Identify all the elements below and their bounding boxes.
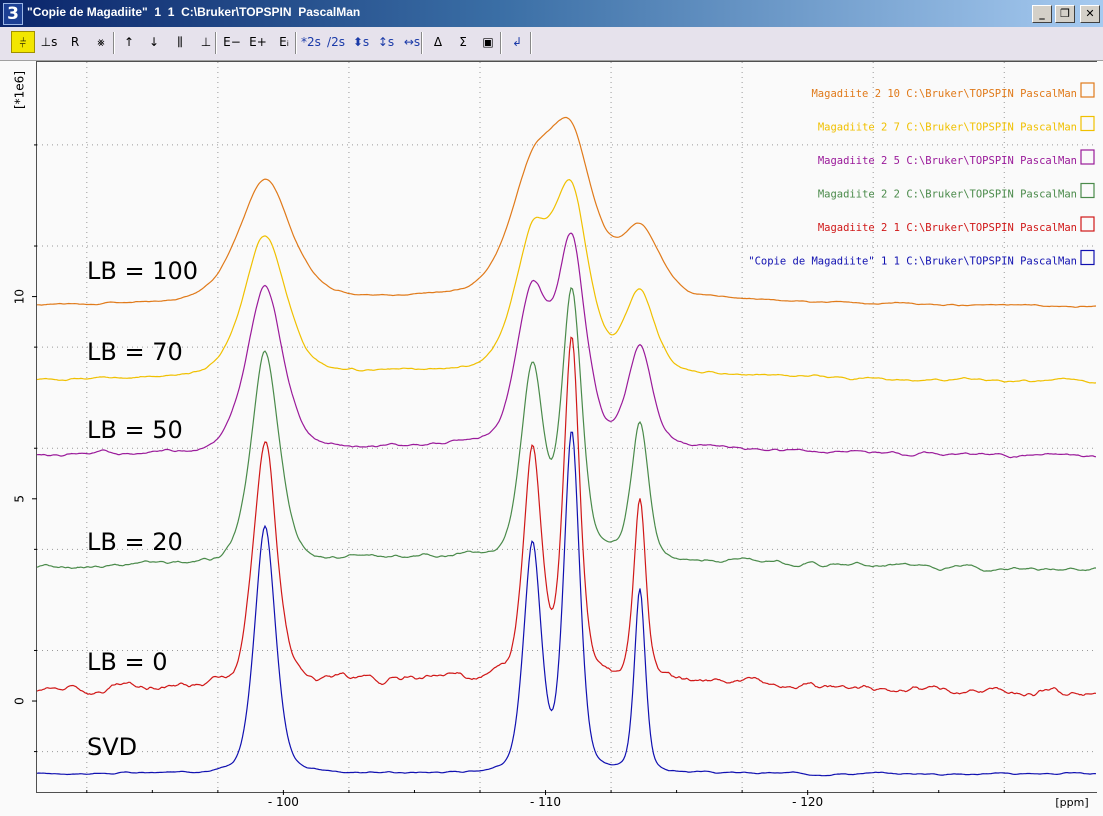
minimize-button[interactable]: _	[1032, 5, 1052, 23]
save-button[interactable]: ▣	[477, 31, 499, 53]
expand-plus-button[interactable]: E+	[247, 31, 269, 53]
baseline-button[interactable]: ⊥	[195, 31, 217, 53]
toolbar-separator	[215, 32, 217, 54]
x-axis-area	[0, 793, 1103, 816]
difference-button[interactable]: Δ	[427, 31, 449, 53]
toolbar-separator	[113, 32, 115, 54]
return-button[interactable]: ↲	[506, 31, 528, 53]
expand-minus-button[interactable]: E−	[221, 31, 243, 53]
spectrum-plot-area[interactable]	[36, 61, 1098, 793]
restore-button[interactable]: ❐	[1055, 5, 1075, 23]
horizontal-shift-button[interactable]: ↔s	[401, 31, 423, 53]
toolbar-separator	[530, 32, 532, 54]
sum-button[interactable]: Σ	[452, 31, 474, 53]
vertical-shift-button[interactable]: ⬍s	[350, 31, 372, 53]
vertical-scale-button[interactable]: ↕s	[375, 31, 397, 53]
remove-spectrum-button[interactable]: ⨳	[90, 31, 112, 53]
multiple-display-button[interactable]: ⫩	[11, 31, 35, 53]
expand-info-button[interactable]: Eᵢ	[273, 31, 295, 53]
shift-down-button[interactable]: ↓	[143, 31, 165, 53]
scale-half-button[interactable]: /2s	[325, 31, 347, 53]
title-bar: 3 "Copie de Magadiite" 1 1 C:\Bruker\TOP…	[0, 0, 1103, 27]
close-button[interactable]: ✕	[1080, 5, 1100, 23]
scale-double-button[interactable]: *2s	[300, 31, 322, 53]
plot-right-margin	[1097, 61, 1103, 793]
window-title: "Copie de Magadiite" 1 1 C:\Bruker\TOPSP…	[27, 5, 361, 19]
reset-button[interactable]: R	[64, 31, 86, 53]
toolbar-separator	[295, 32, 297, 54]
shift-up-button[interactable]: ↑	[118, 31, 140, 53]
scale-button[interactable]: ⊥s	[38, 31, 60, 53]
toolbar-separator	[421, 32, 423, 54]
window-number: 3	[3, 3, 23, 25]
toolbar: ⫩ ⊥s R ⨳ ↑ ↓ ⫼ ⊥ E− E+ Eᵢ *2s/2s ⬍s ↕s ↔s Δ Σ ▣ ↲	[0, 27, 1103, 61]
y-axis-area	[0, 61, 36, 793]
stack-button[interactable]: ⫼	[169, 31, 191, 53]
toolbar-separator	[500, 32, 502, 54]
